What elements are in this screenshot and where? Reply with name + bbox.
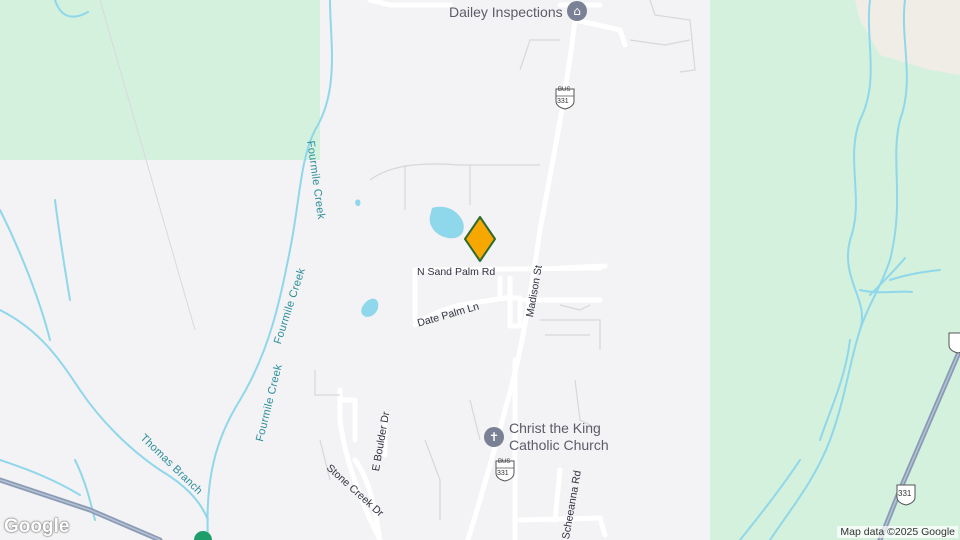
route-shield-bus-label-south: BUS <box>498 459 511 465</box>
poi-label-dailey-inspections[interactable]: Dailey Inspections <box>449 4 563 20</box>
location-pin-icon[interactable] <box>463 215 497 265</box>
route-shield-bus-label-north: BUS <box>558 87 571 93</box>
pond-small <box>355 199 361 207</box>
google-logo: Google <box>4 516 70 537</box>
park-area-northwest <box>0 0 320 160</box>
map-attribution[interactable]: Map data ©2025 Google <box>837 526 958 538</box>
route-shield-number-east: 331 <box>898 489 912 498</box>
cross-icon[interactable]: ✝ <box>484 427 504 447</box>
pond-west <box>361 298 379 317</box>
minor-roads <box>314 0 696 520</box>
poi-label-church-line1[interactable]: Christ the King <box>509 420 601 436</box>
map-canvas[interactable]: Dailey Inspections ⌂ ✝ Christ the King C… <box>0 0 960 540</box>
route-shield-331-edge <box>948 332 960 354</box>
park-area-east <box>710 0 960 540</box>
route-shield-number-north: 331 <box>557 98 569 105</box>
street-label-n-sand-palm-rd: N Sand Palm Rd <box>417 266 496 278</box>
route-shield-number-south: 331 <box>497 470 509 477</box>
poi-label-church-line2[interactable]: Catholic Church <box>509 437 609 453</box>
pond-north <box>429 206 464 239</box>
bank-icon[interactable]: ⌂ <box>567 1 587 21</box>
